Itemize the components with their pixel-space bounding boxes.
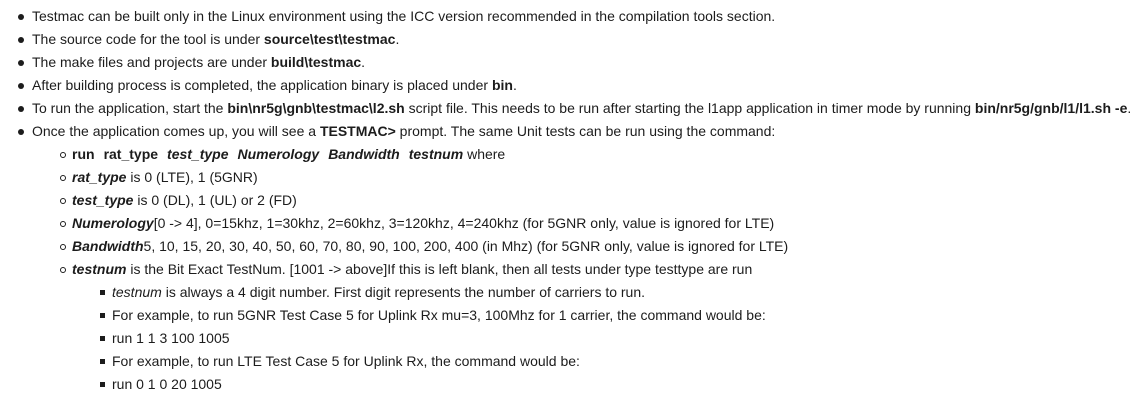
list-item-rat-type: rat_type is 0 (LTE), 1 (5GNR): [60, 166, 258, 189]
l1-script-path: bin/nr5g/gnb/l1/l1.sh -e: [974, 100, 1128, 116]
param-name: rat_type: [72, 169, 127, 185]
cmd-where: where: [463, 146, 506, 162]
param-desc: 5, 10, 15, 20, 30, 40, 50, 60, 70, 80, 9…: [143, 238, 789, 254]
cmd-bandwidth: Bandwidth: [328, 146, 400, 162]
disc-bullet: [18, 60, 24, 66]
param-name: test_type: [72, 192, 134, 208]
cmd-test-type: test_type: [167, 146, 229, 162]
disc-bullet: [18, 129, 24, 135]
bin-path: bin: [491, 77, 513, 93]
run-app-mid: script file. This needs to be run after …: [404, 100, 975, 116]
param-desc: is 0 (LTE), 1 (5GNR): [126, 169, 258, 185]
param-desc: [0 -> 4], 0=15khz, 1=30khz, 2=60khz, 3=1…: [153, 215, 775, 231]
example-command: run 0 1 0 20 1005: [112, 376, 222, 392]
circle-bullet: [60, 175, 66, 181]
list-item-bandwidth: Bandwidth5, 10, 15, 20, 30, 40, 50, 60, …: [60, 235, 789, 258]
make-files-text: The make files and projects are under: [32, 54, 271, 70]
list-item-command-lte: run 0 1 0 20 1005: [100, 373, 222, 396]
build-env-text: Testmac can be built only in the Linux e…: [32, 8, 776, 24]
disc-bullet: [18, 106, 24, 112]
list-item-command-syntax: run rat_type test_type Numerology Bandwidth t…: [60, 143, 506, 166]
source-path: source\test\testmac: [263, 31, 396, 47]
param-name: testnum: [72, 261, 127, 277]
cmd-numerology: Numerology: [237, 146, 320, 162]
list-item-command-5gnr: run 1 1 3 100 1005: [100, 327, 230, 350]
prompt-text: Once the application comes up, you will …: [32, 123, 320, 139]
make-files-end: .: [361, 54, 366, 70]
binary-text: After building process is completed, the…: [32, 77, 492, 93]
param-name: Bandwidth: [72, 238, 144, 254]
run-app-text: To run the application, start the: [32, 100, 228, 116]
disc-bullet: [18, 37, 24, 43]
square-bullet: [100, 313, 105, 318]
example-text: For example, to run LTE Test Case 5 for …: [112, 353, 580, 369]
square-bullet: [100, 290, 105, 295]
binary-end: .: [512, 77, 517, 93]
param-name: Numerology: [72, 215, 154, 231]
param-desc: is the Bit Exact TestNum. [1001 -> above…: [126, 261, 753, 277]
list-item-numerology: Numerology[0 -> 4], 0=15khz, 1=30khz, 2=…: [60, 212, 775, 235]
disc-bullet: [18, 14, 24, 20]
param-desc: is 0 (DL), 1 (UL) or 2 (FD): [133, 192, 297, 208]
circle-bullet: [60, 244, 66, 250]
disc-bullet: [18, 83, 24, 89]
document: Testmac can be built only in the Linux e…: [0, 0, 1145, 400]
list-item-example-lte: For example, to run LTE Test Case 5 for …: [100, 350, 580, 373]
list-item-prompt: Once the application comes up, you will …: [18, 120, 776, 143]
example-text: For example, to run 5GNR Test Case 5 for…: [112, 307, 766, 323]
source-code-text: The source code for the tool is under: [32, 31, 264, 47]
cmd-rat-type: rat_type: [103, 146, 159, 162]
list-item-testnum-note: testnum is always a 4 digit number. Firs…: [100, 281, 646, 304]
list-item-example-5gnr: For example, to run 5GNR Test Case 5 for…: [100, 304, 766, 327]
list-item-source-code: The source code for the tool is under so…: [18, 28, 400, 51]
square-bullet: [100, 359, 105, 364]
list-item-testnum: testnum is the Bit Exact TestNum. [1001 …: [60, 258, 753, 281]
example-command: run 1 1 3 100 1005: [112, 330, 230, 346]
build-path: build\testmac: [270, 54, 362, 70]
l2-script-path: bin\nr5g\gnb\testmac\l2.sh: [227, 100, 405, 116]
note-name: testnum: [112, 284, 162, 300]
square-bullet: [100, 336, 105, 341]
testmac-prompt: TESTMAC>: [319, 123, 396, 139]
circle-bullet: [60, 198, 66, 204]
cmd-run: run: [72, 146, 95, 162]
circle-bullet: [60, 267, 66, 273]
source-code-end: .: [395, 31, 400, 47]
list-item-test-type: test_type is 0 (DL), 1 (UL) or 2 (FD): [60, 189, 297, 212]
list-item-build-env: Testmac can be built only in the Linux e…: [18, 5, 776, 28]
prompt-end: prompt. The same Unit tests can be run u…: [395, 123, 776, 139]
note-desc: is always a 4 digit number. First digit …: [161, 284, 646, 300]
list-item-run-app: To run the application, start the bin\nr…: [18, 97, 1132, 120]
circle-bullet: [60, 221, 66, 227]
square-bullet: [100, 382, 105, 387]
cmd-testnum: testnum: [408, 146, 464, 162]
run-app-end: .: [1127, 100, 1132, 116]
list-item-make-files: The make files and projects are under bu…: [18, 51, 366, 74]
list-item-binary: After building process is completed, the…: [18, 74, 517, 97]
circle-bullet: [60, 152, 66, 158]
